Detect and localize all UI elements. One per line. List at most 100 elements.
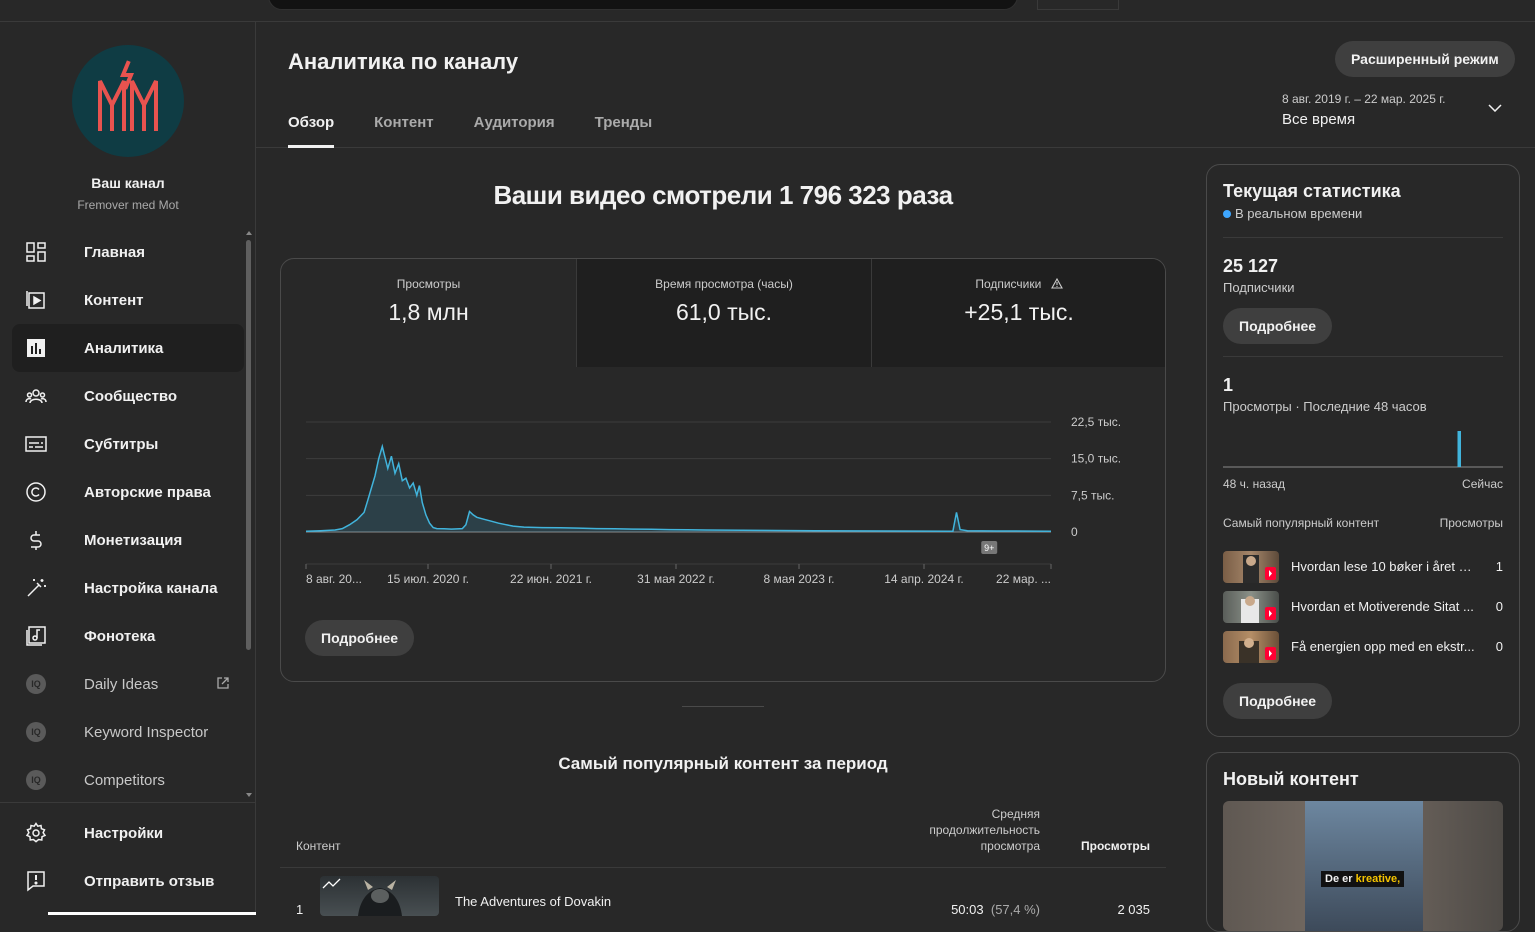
warning-icon[interactable] — [1050, 277, 1063, 289]
page-title: Аналитика по каналу — [288, 49, 519, 74]
list-item[interactable]: Få energien opp med en ekstr... 0 — [1223, 631, 1503, 663]
sidebar-scrollbar[interactable] — [246, 240, 251, 650]
sidebar-item-label: Настройки — [84, 824, 164, 842]
new-content-thumbnail[interactable]: De er kreative, — [1223, 801, 1503, 931]
channel-avatar[interactable] — [72, 45, 184, 157]
metric-label: Подписчики — [975, 277, 1042, 291]
y-tick-label: 22,5 тыс. — [1071, 415, 1121, 429]
sidebar-item-competitors[interactable]: IQ Competitors — [12, 756, 244, 804]
sidebar-item-daily-ideas[interactable]: IQ Daily Ideas — [12, 660, 244, 708]
scroll-down-icon[interactable] — [246, 793, 252, 797]
x-tick-label: 22 июн. 2021 г. — [510, 572, 592, 586]
list-item[interactable]: Hvordan et Motiverende Sitat ... 0 — [1223, 591, 1503, 623]
sidebar-item-content[interactable]: Контент — [12, 276, 244, 324]
list-item[interactable]: Hvordan lese 10 bøker i året n... 1 — [1223, 551, 1503, 583]
sidebar-item-keyword-inspector[interactable]: IQ Keyword Inspector — [12, 708, 244, 756]
divider — [1223, 356, 1503, 357]
metric-views[interactable]: Просмотры 1,8 млн — [281, 259, 576, 367]
thumbnail-image — [1305, 801, 1423, 931]
popular-item-views: 0 — [1495, 599, 1503, 614]
sidebar-item-copyright[interactable]: Авторские права — [12, 468, 244, 516]
subscribers-more-button[interactable]: Подробнее — [1223, 308, 1333, 344]
live-dot-icon — [1223, 209, 1231, 218]
popular-content-header: Самый популярный контент — [1223, 516, 1380, 530]
popular-item-title: Få energien opp med en ekstr... — [1291, 639, 1475, 654]
tab-overview[interactable]: Обзор — [288, 104, 335, 148]
row-video-title[interactable]: The Adventures of Dovakin — [455, 894, 611, 909]
gear-icon — [24, 821, 48, 845]
event-badge-label: 9+ — [984, 543, 994, 553]
views-line-chart[interactable]: 0 7,5 тыс. 15,0 тыс. 22,5 тыс. 8 авг. 20... 1… — [281, 367, 1166, 607]
date-range-text[interactable]: 8 авг. 2019 г. – 22 мар. 2025 г. — [1282, 92, 1445, 106]
scroll-up-icon[interactable] — [246, 231, 252, 235]
x-tick-label: 22 мар. ... — [996, 572, 1051, 586]
popular-views-header: Просмотры — [1439, 516, 1503, 530]
popular-more-button[interactable]: Подробнее — [1223, 683, 1333, 719]
sidebar-item-label: Аналитика — [84, 339, 164, 357]
audio-library-icon — [24, 624, 48, 648]
realtime-subscribers-value: 25 127 — [1223, 256, 1279, 276]
video-thumbnail[interactable] — [320, 876, 439, 916]
external-link-icon — [216, 676, 230, 694]
search-bar[interactable] — [268, 0, 1018, 10]
sidebar-item-monetization[interactable]: Монетизация — [12, 516, 244, 564]
dashboard-icon — [24, 240, 48, 264]
realtime-subtitle: В реальном времени — [1235, 206, 1363, 221]
tab-trends[interactable]: Тренды — [595, 104, 653, 148]
video-thumbnail — [1223, 631, 1279, 663]
sidebar-item-subtitles[interactable]: Субтитры — [12, 420, 244, 468]
advanced-mode-button[interactable]: Расширенный режим — [1335, 41, 1515, 77]
community-icon — [24, 384, 48, 408]
popular-item-views: 1 — [1495, 559, 1503, 574]
vidiq-icon: IQ — [26, 674, 46, 694]
popular-item-title: Hvordan lese 10 bøker i året n... — [1291, 559, 1475, 574]
sidebar-item-customization[interactable]: Настройка канала — [12, 564, 244, 612]
mini-axis-right: Сейчас — [1462, 477, 1503, 491]
section-divider — [682, 706, 764, 707]
overview-more-button[interactable]: Подробнее — [305, 620, 415, 656]
metric-subscribers[interactable]: Подписчики +25,1 тыс. — [871, 259, 1165, 367]
sidebar-bottom-nav: Настройки Отправить отзыв — [12, 809, 244, 905]
sidebar-item-community[interactable]: Сообщество — [12, 372, 244, 420]
y-tick-label: 7,5 тыс. — [1071, 488, 1114, 502]
realtime-bar-chart[interactable] — [1223, 425, 1503, 471]
realtime-views-value: 1 — [1223, 375, 1234, 395]
mini-bar[interactable] — [1457, 431, 1462, 467]
realtime-subscribers-label: Подписчики — [1223, 280, 1295, 295]
new-content-title: Новый контент — [1223, 769, 1359, 789]
divider — [1223, 237, 1503, 238]
date-preset[interactable]: Все время — [1282, 111, 1355, 128]
table-header-divider — [280, 867, 1166, 868]
sidebar-item-feedback[interactable]: Отправить отзыв — [12, 857, 244, 905]
analytics-tabs: Обзор Контент Аудитория Тренды — [288, 104, 692, 148]
metric-watch-time[interactable]: Время просмотра (часы) 61,0 тыс. — [576, 259, 871, 367]
metric-value: 61,0 тыс. — [675, 299, 773, 325]
sidebar-item-label: Главная — [84, 243, 146, 261]
search-button[interactable] — [1037, 0, 1119, 10]
metric-tabs: Просмотры 1,8 млн Время просмотра (часы)… — [281, 259, 1165, 367]
tab-audience[interactable]: Аудитория — [474, 104, 555, 148]
sidebar-item-label: Субтитры — [84, 435, 159, 453]
video-thumbnail — [1223, 551, 1279, 583]
column-header-avg-duration[interactable]: Средняя продолжительность просмотра — [900, 806, 1040, 854]
tab-content[interactable]: Контент — [374, 104, 433, 148]
metric-label: Время просмотра (часы) — [655, 277, 793, 291]
overview-headline: Ваши видео смотрели 1 796 323 раза — [493, 180, 953, 210]
sidebar-item-dashboard[interactable]: Главная — [12, 228, 244, 276]
sidebar: Ваш канал Fremover med Mot Главная Конте… — [0, 22, 256, 915]
magic-wand-icon — [24, 576, 48, 600]
sidebar-item-label: Настройка канала — [84, 579, 218, 597]
chevron-down-icon[interactable] — [1488, 104, 1502, 112]
y-tick-label: 0 — [1071, 525, 1078, 539]
sidebar-item-label: Фонотека — [84, 627, 156, 645]
copyright-icon — [24, 480, 48, 504]
sidebar-item-settings[interactable]: Настройки — [12, 809, 244, 857]
new-content-card: Новый контент De er kreative, — [1206, 752, 1520, 932]
sidebar-item-analytics[interactable]: Аналитика — [12, 324, 244, 372]
column-header-views[interactable]: Просмотры — [1050, 839, 1150, 853]
sidebar-item-audio-library[interactable]: Фонотека — [12, 612, 244, 660]
popular-item-views: 0 — [1495, 639, 1503, 654]
subtitles-icon — [24, 432, 48, 456]
x-tick-label: 8 авг. 20... — [306, 572, 362, 586]
video-thumbnail — [1223, 591, 1279, 623]
